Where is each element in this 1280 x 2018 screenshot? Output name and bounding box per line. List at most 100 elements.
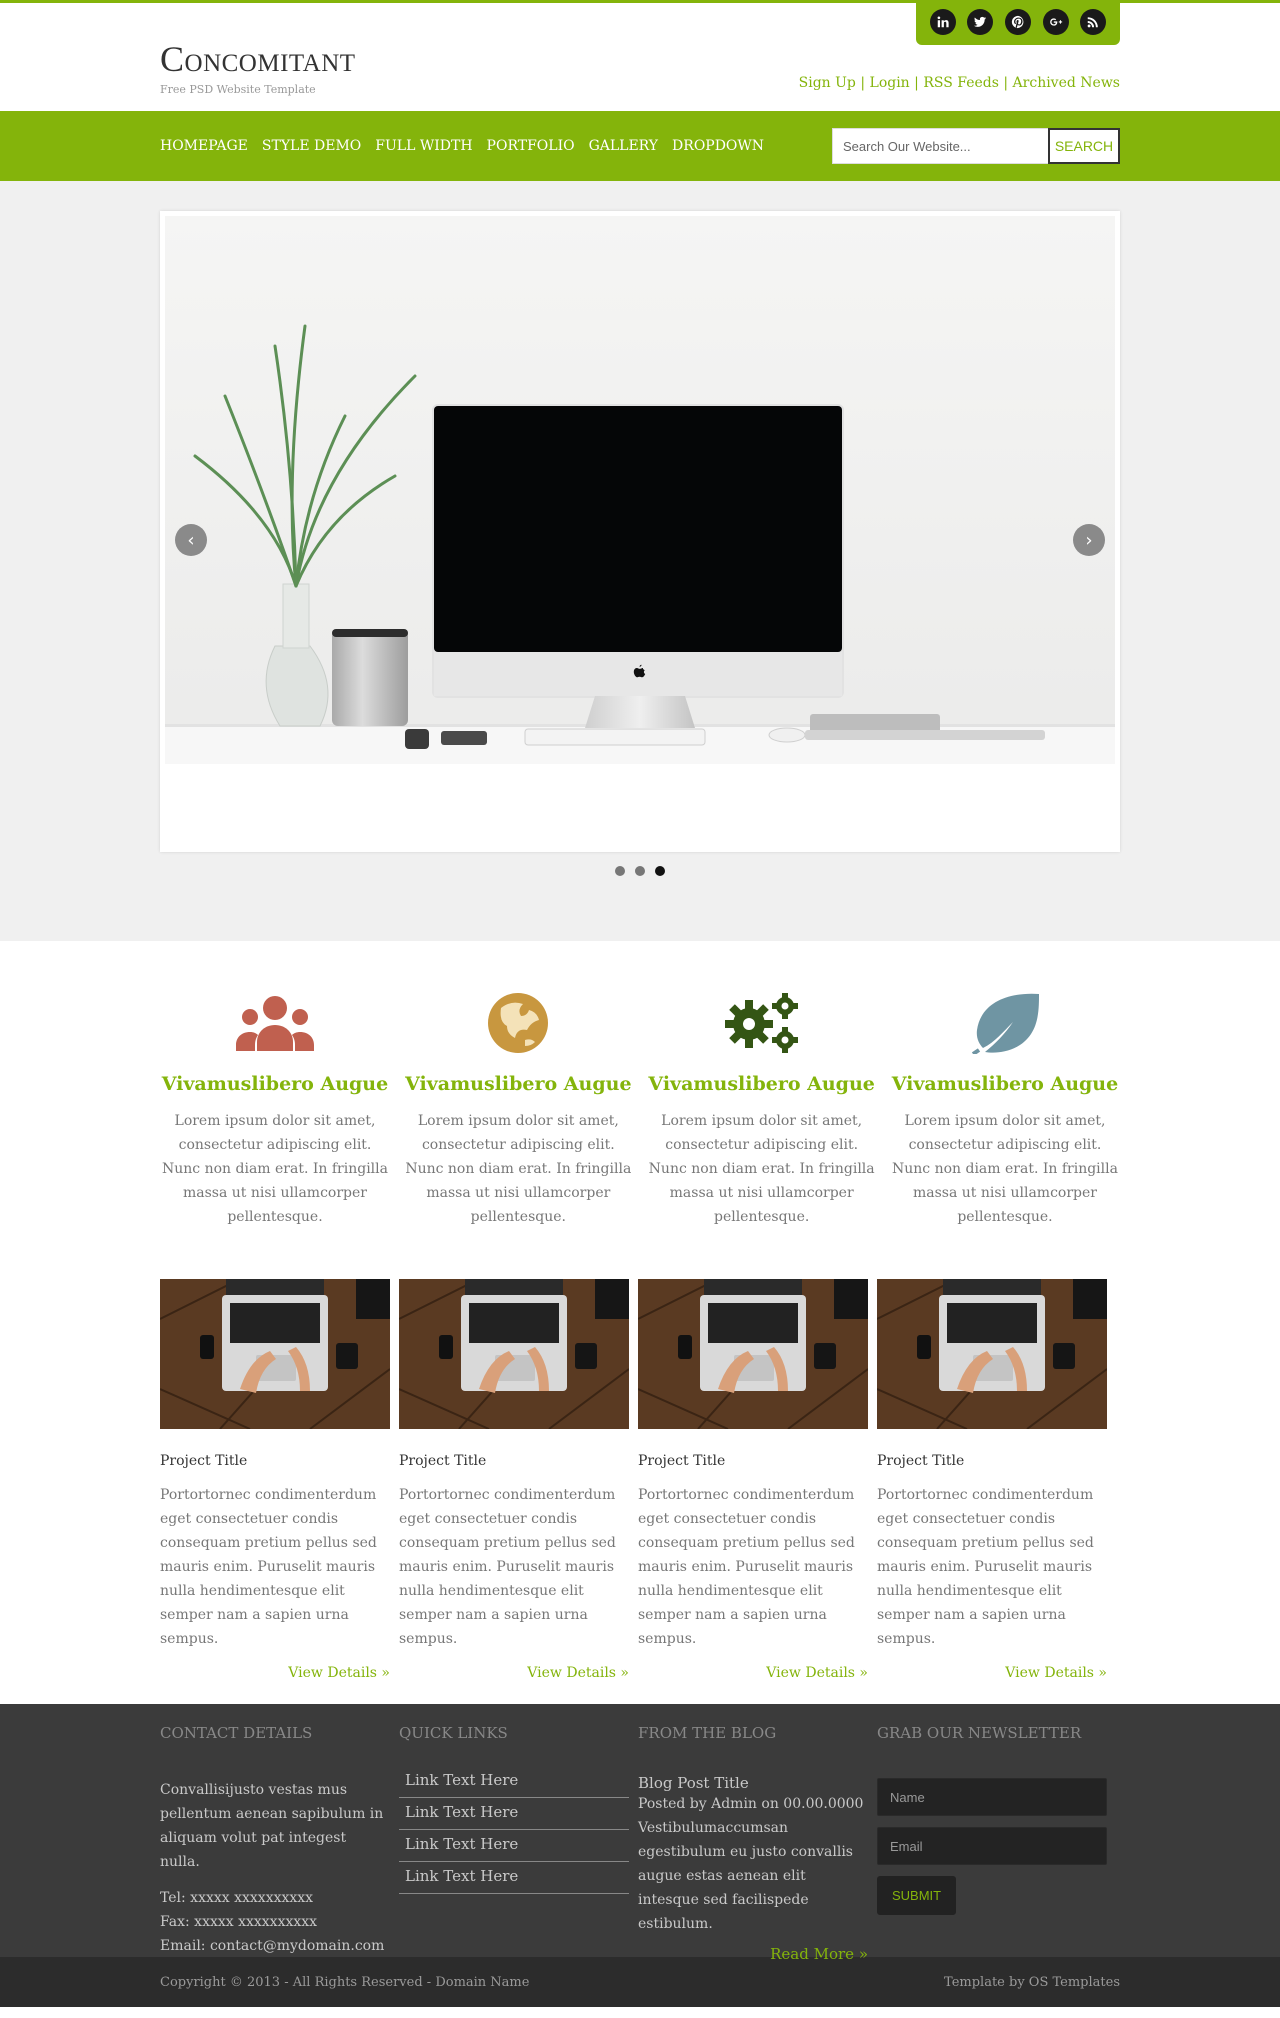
feature-item: Vivamuslibero Augue Lorem ipsum dolor si… — [160, 991, 390, 1229]
project-thumbnail[interactable] — [399, 1279, 629, 1429]
feature-text: Lorem ipsum dolor sit amet, consectetur … — [892, 1113, 1118, 1225]
project-thumbnail[interactable] — [638, 1279, 868, 1429]
project-text: Portortornec condimenterdum eget consect… — [399, 1487, 616, 1647]
nav-homepage[interactable]: HOMEPAGE — [160, 138, 248, 154]
nav-style-demo[interactable]: STYLE DEMO — [262, 138, 361, 154]
contact-text: Convallisijusto vestas mus pellentum aen… — [160, 1782, 384, 1870]
quick-link[interactable]: Link Text Here — [399, 1766, 629, 1798]
features-section: Vivamuslibero Augue Lorem ipsum dolor si… — [0, 941, 1280, 1249]
project-title: Project Title — [160, 1453, 248, 1469]
nav-full-width[interactable]: FULL WIDTH — [375, 138, 472, 154]
main-nav: HOMEPAGE STYLE DEMO FULL WIDTH PORTFOLIO… — [0, 111, 1280, 181]
project-card: Project Title Portortornec condimenterdu… — [399, 1279, 629, 1681]
logo[interactable]: Concomitant Free PSD Website Template — [160, 39, 356, 96]
footer-contact: CONTACT DETAILS Convallisijusto vestas m… — [160, 1724, 390, 1963]
view-details-link[interactable]: View Details » — [527, 1665, 629, 1681]
footer-heading: CONTACT DETAILS — [160, 1724, 313, 1742]
users-icon — [160, 991, 390, 1055]
view-details-link[interactable]: View Details » — [1005, 1665, 1107, 1681]
search-form: SEARCH — [832, 128, 1120, 164]
leaf-icon — [890, 991, 1120, 1055]
project-text: Portortornec condimenterdum eget consect… — [877, 1487, 1094, 1647]
desk-scene-illustration — [165, 216, 1115, 764]
newsletter-name-input[interactable] — [877, 1778, 1107, 1816]
newsletter-email-input[interactable] — [877, 1827, 1107, 1865]
linkedin-icon[interactable] — [929, 9, 956, 35]
gears-icon — [647, 991, 877, 1055]
twitter-icon[interactable] — [967, 9, 994, 35]
separator: | — [860, 75, 870, 91]
nav-portfolio[interactable]: PORTFOLIO — [487, 138, 575, 154]
feature-title: Vivamuslibero Augue — [891, 1073, 1119, 1095]
feature-title: Vivamuslibero Augue — [648, 1073, 875, 1095]
feature-text: Lorem ipsum dolor sit amet, consectetur … — [405, 1113, 632, 1225]
globe-icon — [403, 991, 633, 1055]
footer-heading: QUICK LINKS — [399, 1724, 508, 1742]
login-link[interactable]: Login — [870, 75, 910, 91]
rss-feeds-link[interactable]: RSS Feeds — [923, 75, 999, 91]
project-card: Project Title Portortornec condimenterdu… — [877, 1279, 1107, 1681]
footer-newsletter: GRAB OUR NEWSLETTER SUBMIT — [877, 1724, 1107, 1963]
rss-icon[interactable] — [1080, 9, 1107, 35]
slider-dot-active[interactable] — [655, 866, 665, 876]
view-details-link[interactable]: View Details » — [766, 1665, 868, 1681]
social-bar — [916, 3, 1120, 45]
signup-link[interactable]: Sign Up — [799, 75, 856, 91]
separator: | — [1003, 75, 1013, 91]
copyright-text: Copyright © 2013 - All Rights Reserved -… — [160, 1974, 530, 1990]
archived-news-link[interactable]: Archived News — [1013, 75, 1120, 91]
footer-blog: FROM THE BLOG Blog Post Title Posted by … — [638, 1724, 868, 1963]
pinterest-icon[interactable] — [1004, 9, 1031, 35]
search-button[interactable]: SEARCH — [1048, 128, 1120, 164]
feature-item: Vivamuslibero Augue Lorem ipsum dolor si… — [403, 991, 633, 1229]
chevron-right-icon[interactable]: › — [1073, 524, 1105, 556]
project-title: Project Title — [877, 1453, 965, 1469]
slide-image — [165, 216, 1115, 764]
project-card: Project Title Portortornec condimenterdu… — [160, 1279, 390, 1681]
chevron-left-icon[interactable]: ‹ — [175, 524, 207, 556]
contact-tel: Tel: xxxxx xxxxxxxxxx — [160, 1890, 314, 1906]
slider-section: ‹ › — [0, 181, 1280, 941]
quick-link[interactable]: Link Text Here — [399, 1798, 629, 1830]
site-footer: CONTACT DETAILS Convallisijusto vestas m… — [0, 1704, 1280, 1963]
newsletter-submit-button[interactable]: SUBMIT — [877, 1876, 957, 1915]
blog-post-title[interactable]: Blog Post Title — [638, 1774, 868, 1792]
quick-link[interactable]: Link Text Here — [399, 1862, 629, 1894]
project-text: Portortornec condimenterdum eget consect… — [160, 1487, 377, 1647]
feature-text: Lorem ipsum dolor sit amet, consectetur … — [648, 1113, 875, 1225]
menu: HOMEPAGE STYLE DEMO FULL WIDTH PORTFOLIO… — [160, 138, 778, 154]
feature-title: Vivamuslibero Augue — [161, 1073, 389, 1095]
project-title: Project Title — [399, 1453, 487, 1469]
blog-post-excerpt: Vestibulumaccumsan egestibulum eu justo … — [638, 1820, 853, 1932]
copyright-bar: Copyright © 2013 - All Rights Reserved -… — [0, 1957, 1280, 2007]
footer-heading: GRAB OUR NEWSLETTER — [877, 1724, 1082, 1742]
slider-dot[interactable] — [635, 866, 645, 876]
feature-item: Vivamuslibero Augue Lorem ipsum dolor si… — [890, 991, 1120, 1229]
site-title[interactable]: Concomitant — [160, 39, 356, 79]
header-links: Sign Up | Login | RSS Feeds | Archived N… — [799, 75, 1120, 91]
feature-text: Lorem ipsum dolor sit amet, consectetur … — [162, 1113, 388, 1225]
feature-title: Vivamuslibero Augue — [405, 1073, 632, 1095]
template-credit[interactable]: Template by OS Templates — [944, 1975, 1120, 1990]
project-thumbnail[interactable] — [160, 1279, 390, 1429]
slider: ‹ › — [160, 211, 1120, 852]
slider-dot[interactable] — [615, 866, 625, 876]
feature-item: Vivamuslibero Augue Lorem ipsum dolor si… — [647, 991, 877, 1229]
site-header: Concomitant Free PSD Website Template Si… — [0, 0, 1280, 111]
nav-dropdown[interactable]: DROPDOWN — [672, 138, 764, 154]
google-plus-icon[interactable] — [1042, 9, 1069, 35]
project-thumbnail[interactable] — [877, 1279, 1107, 1429]
project-card: Project Title Portortornec condimenterdu… — [638, 1279, 868, 1681]
slider-dots — [0, 866, 1280, 876]
search-input[interactable] — [832, 128, 1048, 164]
contact-email: Email: contact@mydomain.com — [160, 1938, 385, 1954]
project-text: Portortornec condimenterdum eget consect… — [638, 1487, 855, 1647]
quick-link[interactable]: Link Text Here — [399, 1830, 629, 1862]
separator: | — [914, 75, 924, 91]
nav-gallery[interactable]: GALLERY — [589, 138, 658, 154]
projects-section: Project Title Portortornec condimenterdu… — [0, 1249, 1280, 1704]
contact-fax: Fax: xxxxx xxxxxxxxxx — [160, 1914, 318, 1930]
footer-quick-links: QUICK LINKS Link Text Here Link Text Her… — [399, 1724, 629, 1963]
view-details-link[interactable]: View Details » — [288, 1665, 390, 1681]
site-tagline: Free PSD Website Template — [160, 83, 316, 96]
